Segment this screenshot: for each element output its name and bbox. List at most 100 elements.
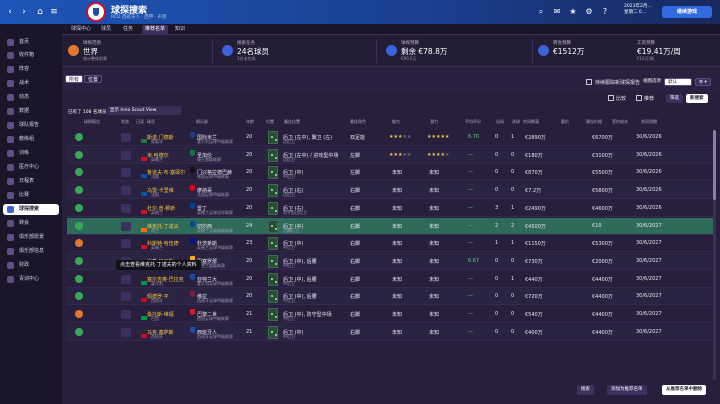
track-reports-checkbox[interactable]	[586, 79, 592, 85]
scout-status-icon[interactable]	[75, 168, 83, 177]
add-to-shortlist-button[interactable]: 添加为推荐名单	[607, 385, 647, 395]
scout-status-icon[interactable]	[75, 327, 83, 336]
col-status[interactable]: 状态	[121, 119, 129, 125]
table-row[interactable]: 斯诺·门德斯 葡萄牙 国际米兰 意大利足球甲级联赛 20 后卫 (左中), 翼卫 (左) 边…	[67, 129, 713, 146]
report-history-icon[interactable]	[121, 310, 131, 319]
sidebar-item-match[interactable]: 比赛	[3, 190, 59, 201]
col-contract-end[interactable]: 合同期满	[523, 119, 539, 125]
table-row[interactable]: 佩德罗·平 西班牙 维拉 西班牙足球甲级联赛 20 后卫 (中), 后腰 中后卫 右脚 未知 未知…	[67, 288, 713, 306]
settings-dropdown[interactable]: ⚙ ▾	[695, 78, 711, 86]
view-selector[interactable]: 显示 Inno Scout View	[107, 106, 181, 115]
search-button[interactable]: 搜索	[577, 385, 594, 395]
sidebar-item-inbox[interactable]: 收件箱	[3, 50, 59, 61]
back-arrow-icon[interactable]: ‹	[4, 6, 16, 18]
table-row[interactable]: 桑托斯·维福 巴西 巴黎二世 德国足球甲级联赛 21 后卫 (中), 防守型中场 中后卫 右脚…	[67, 306, 713, 323]
col-ability[interactable]: 能力	[392, 119, 400, 125]
sidebar-item-transfers[interactable]: 转会	[3, 218, 59, 229]
sidebar-item-club-vision[interactable]: 俱乐部愿景	[3, 232, 59, 243]
col-asking-price[interactable]: 要价	[561, 119, 569, 125]
col-goals[interactable]: 进球	[512, 119, 520, 125]
tab-tasks[interactable]: 任务	[120, 25, 136, 34]
col-read[interactable]: 已读	[136, 119, 144, 125]
col-contract-expiry[interactable]: 合同到期	[641, 119, 657, 125]
scout-status-icon[interactable]	[75, 150, 83, 159]
col-position[interactable]: 位置	[266, 119, 274, 125]
sidebar-item-dynamics[interactable]: 动态	[3, 92, 59, 103]
table-row[interactable]: 杜尔·普·穆斯 英格兰 雷丁 英格兰足球冠军联赛 20 后卫 (右) 防守型边后卫 右脚 未知未…	[67, 200, 713, 217]
scout-status-icon[interactable]	[75, 133, 83, 141]
search-icon[interactable]: ⌕	[536, 6, 546, 18]
search-tasks-panel[interactable]: 搜索任务 24名球员 3名未完成	[222, 38, 352, 64]
scout-status-icon[interactable]	[75, 256, 83, 265]
col-signing-cost[interactable]: 签约成本	[612, 119, 628, 125]
sidebar-item-home[interactable]: 首页	[3, 37, 59, 48]
game-date[interactable]: 2023年2月… 星期二 0…	[624, 4, 652, 16]
report-history-icon[interactable]	[121, 221, 131, 231]
shortlist-checkbox[interactable]	[636, 95, 642, 101]
sidebar-item-club-info[interactable]: 俱乐部信息	[3, 246, 59, 257]
col-club[interactable]: 俱乐部	[196, 119, 208, 125]
transfer-budget-panel[interactable]: 转会预算 €1512万	[538, 38, 618, 64]
club-badge-icon[interactable]	[86, 2, 106, 22]
filter-button[interactable]: 筛选	[666, 94, 683, 103]
report-history-icon[interactable]	[121, 239, 131, 249]
report-history-icon[interactable]	[121, 203, 131, 213]
col-suggested-price[interactable]: 建议价格	[586, 119, 602, 125]
report-history-icon[interactable]	[121, 150, 131, 160]
sidebar-item-training[interactable]: 训练	[3, 148, 59, 159]
scrollbar-thumb[interactable]	[713, 130, 716, 200]
filter-position-chip[interactable]: 位置	[84, 75, 103, 83]
table-row[interactable]: 维克托·丁诺夫 荷兰 切尔西 英格兰足球超级联赛 24 后卫 (中) 边翼后卫 右脚 未知 未知 —…	[67, 217, 713, 235]
sidebar-item-staff[interactable]: 教练组	[3, 134, 59, 145]
forward-arrow-icon[interactable]: ›	[18, 6, 30, 18]
report-history-icon[interactable]	[121, 168, 131, 178]
scout-status-icon[interactable]	[75, 292, 83, 301]
tab-scout-center[interactable]: 球探中心	[68, 25, 94, 34]
col-scout-report[interactable]: 球探报告	[84, 119, 100, 125]
col-age[interactable]: 年龄	[246, 119, 254, 125]
scout-status-icon[interactable]	[75, 239, 83, 248]
sidebar-item-squad[interactable]: 阵容	[3, 64, 59, 75]
scout-budget-panel[interactable]: 球探预算 剩余 €78.8万 €90.5万	[386, 38, 516, 64]
col-apps[interactable]: 出场	[496, 119, 504, 125]
scout-status-icon[interactable]	[75, 186, 83, 195]
table-row[interactable]: 马雷·卡里维 法国 摩纳哥 法国足球甲级联赛 20 后卫 (右) 边后卫 右脚 未知 未知 —0 0 €…	[67, 182, 713, 200]
help-icon[interactable]: ?	[600, 6, 610, 18]
shortlist-icon[interactable]: ★	[568, 6, 578, 18]
tab-shortlist[interactable]: 推荐名单	[142, 25, 169, 34]
scout-scope-panel[interactable]: 球探范围 世界 统计整体前景	[68, 38, 208, 64]
default-view-dropdown[interactable]: 默认	[664, 78, 692, 86]
scout-status-icon[interactable]	[75, 310, 83, 318]
filter-all-chip[interactable]: 所有	[65, 75, 84, 83]
col-player[interactable]: 球员	[147, 119, 155, 125]
sidebar-item-finance[interactable]: 财政	[3, 260, 59, 271]
sidebar-item-scouting[interactable]: 球探搜索	[3, 204, 59, 215]
table-row[interactable]: 塞尔吉奥·巴拉克 意大利 亚特兰大 意大利足球甲级联赛 20 后卫 (中), 后腰 中后卫右…	[67, 271, 713, 288]
table-row[interactable]: 马克·塞萨斯 西班牙 西班牙人 西班牙足球甲级联赛 21 后卫 (中) 中后卫 右脚 未知 未知 —…	[67, 323, 713, 341]
col-best-position[interactable]: 最佳位置	[284, 119, 300, 125]
tab-players[interactable]: 球员	[98, 25, 114, 34]
table-row[interactable]: 米·哈德尔 英格兰 圣加伦 瑞士超级联赛 20 后卫 (左中) / 进攻型中场 边后卫 左脚 ★…	[67, 146, 713, 164]
sidebar-item-youth[interactable]: 青训中心	[3, 274, 59, 285]
report-history-icon[interactable]	[121, 274, 131, 284]
remove-from-shortlist-button[interactable]: 从推荐名单中删除	[662, 385, 706, 395]
home-icon[interactable]: ⌂	[34, 6, 46, 18]
menu-icon[interactable]: ≡	[48, 6, 60, 18]
col-potential[interactable]: 潜力	[430, 119, 438, 125]
sidebar-item-team-report[interactable]: 球队报告	[3, 120, 59, 131]
report-history-icon[interactable]	[121, 133, 131, 142]
report-history-icon[interactable]	[121, 327, 131, 337]
report-history-icon[interactable]	[121, 292, 131, 302]
wage-budget-panel[interactable]: 工资预算 €19.41万/周 €16万/周	[637, 38, 717, 64]
gear-icon[interactable]: ⚙	[584, 6, 594, 18]
sidebar-item-data[interactable]: 数据	[3, 106, 59, 117]
sidebar-item-tactics[interactable]: 战术	[3, 78, 59, 89]
sidebar-item-medical[interactable]: 医疗中心	[3, 162, 59, 173]
table-row[interactable]: 鲁道夫·布·塞耶尔 法国 门兴格拉德巴赫 德国足球甲级联赛 20 后卫 (中) 中后卫 左脚未…	[67, 164, 713, 182]
scout-status-icon[interactable]	[75, 203, 83, 212]
compare-checkbox[interactable]	[608, 95, 614, 101]
tab-knowledge[interactable]: 知识	[172, 25, 188, 34]
inbox-icon[interactable]: ✉	[552, 6, 562, 18]
report-history-icon[interactable]	[121, 186, 131, 196]
new-search-button[interactable]: 新搜索	[686, 94, 708, 103]
